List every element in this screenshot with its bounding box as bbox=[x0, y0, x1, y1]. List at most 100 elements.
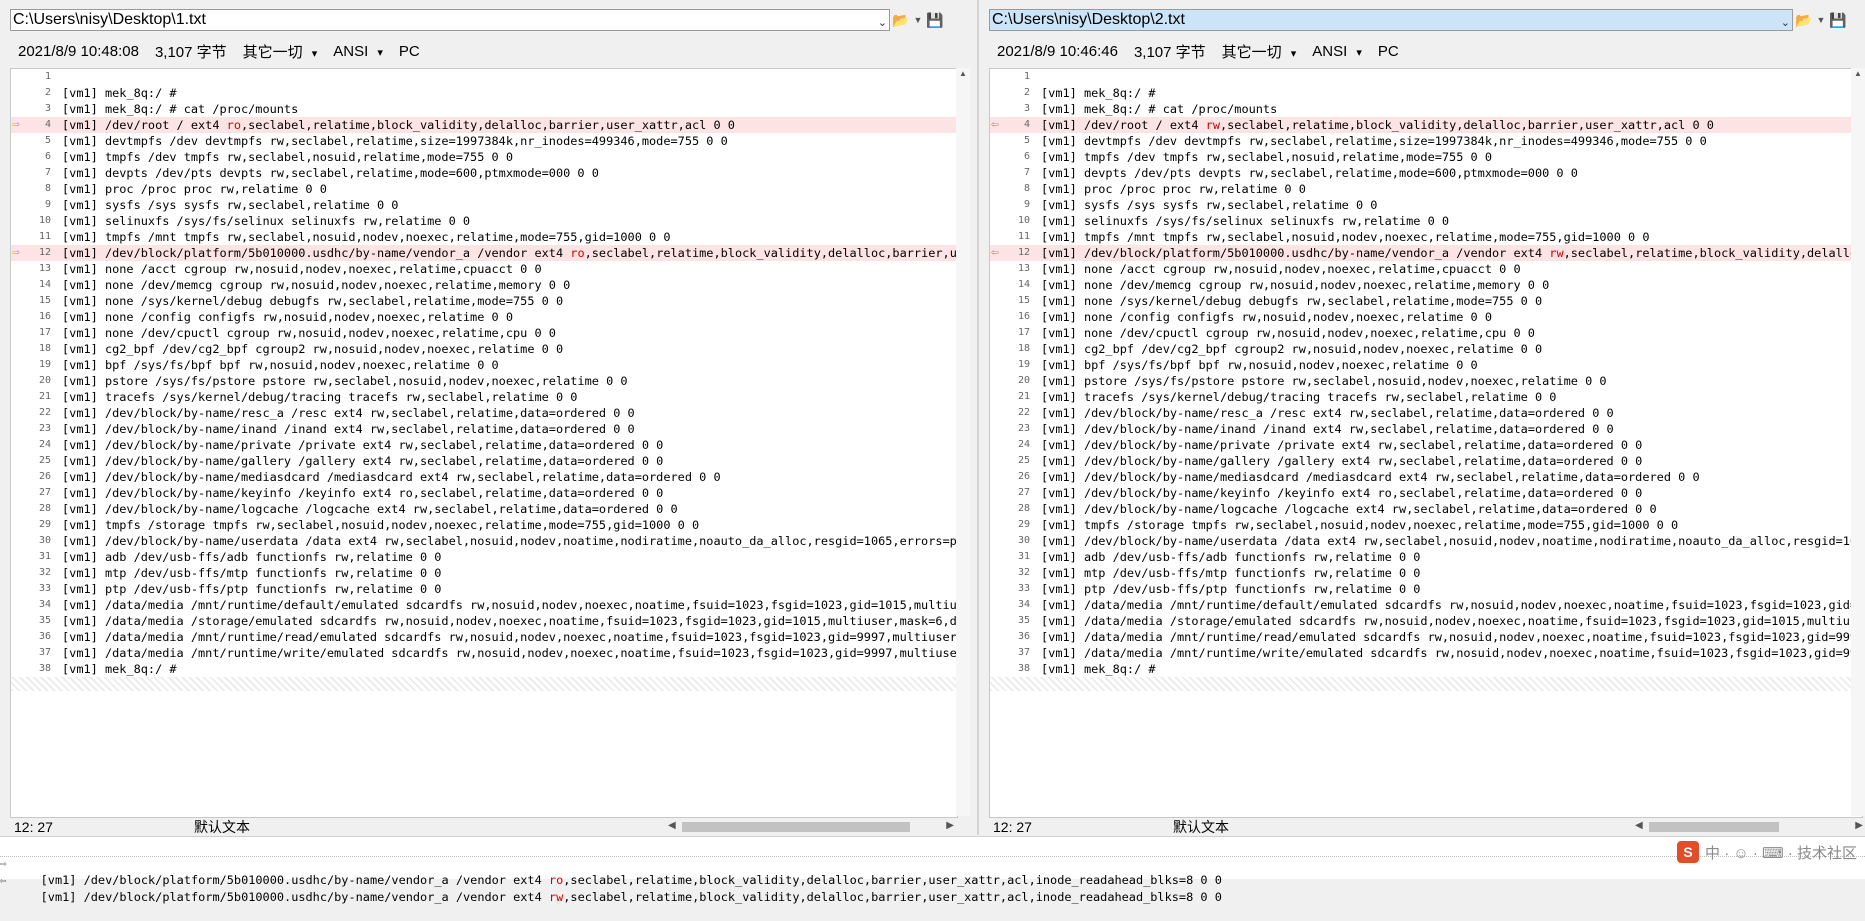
left-path-input[interactable]: C:\Users\nisy\Desktop\1.txt ⌄ bbox=[10, 9, 890, 31]
code-line[interactable]: 29 [vm1] tmpfs /storage tmpfs rw,seclabel… bbox=[990, 517, 1862, 533]
code-line[interactable]: 7 [vm1] devpts /dev/pts devpts rw,seclabe… bbox=[11, 165, 957, 181]
code-line[interactable]: 19 [vm1] bpf /sys/fs/bpf bpf rw,nosuid,no… bbox=[990, 357, 1862, 373]
left-horizontal-scrollbar[interactable]: ◀ ▶ bbox=[668, 820, 954, 834]
code-line[interactable]: 32 [vm1] mtp /dev/usb-ffs/mtp functionfs … bbox=[11, 565, 957, 581]
code-line[interactable]: 6 [vm1] tmpfs /dev tmpfs rw,seclabel,nosu… bbox=[11, 149, 957, 165]
code-line[interactable]: 20 [vm1] pstore /sys/fs/pstore pstore rw,… bbox=[11, 373, 957, 389]
scroll-right-icon[interactable]: ▶ bbox=[1855, 820, 1863, 831]
dropdown-arrow-icon[interactable]: ▼ bbox=[1815, 9, 1827, 31]
code-line[interactable]: 22 [vm1] /dev/block/by-name/resc_a /resc … bbox=[990, 405, 1862, 421]
code-line[interactable]: 8 [vm1] proc /proc proc rw,relatime 0 0 bbox=[11, 181, 957, 197]
code-line[interactable]: 30 [vm1] /dev/block/by-name/userdata /dat… bbox=[990, 533, 1862, 549]
code-line[interactable]: 37 [vm1] /data/media /mnt/runtime/write/e… bbox=[990, 645, 1862, 661]
code-line[interactable]: 32 [vm1] mtp /dev/usb-ffs/mtp functionfs … bbox=[990, 565, 1862, 581]
save-icon[interactable]: 💾 bbox=[1827, 9, 1849, 31]
code-line[interactable]: 24 [vm1] /dev/block/by-name/private /priv… bbox=[990, 437, 1862, 453]
code-line[interactable]: 18 [vm1] cg2_bpf /dev/cg2_bpf cgroup2 rw,… bbox=[990, 341, 1862, 357]
code-line[interactable]: 2 [vm1] mek_8q:/ # bbox=[990, 85, 1862, 101]
code-line[interactable]: 26 [vm1] /dev/block/by-name/mediasdcard /… bbox=[11, 469, 957, 485]
left-vertical-scrollbar[interactable]: ▲ bbox=[956, 68, 970, 816]
code-line[interactable]: ⇨ 4 [vm1] /dev/root / ext4 ro,seclabel,rel… bbox=[11, 117, 957, 133]
code-line[interactable]: 38 [vm1] mek_8q:/ # bbox=[11, 661, 957, 677]
folder-open-icon[interactable]: 📂 bbox=[1793, 9, 1815, 31]
scroll-up-icon[interactable]: ▲ bbox=[956, 68, 970, 80]
code-line[interactable]: 9 [vm1] sysfs /sys sysfs rw,seclabel,rela… bbox=[11, 197, 957, 213]
code-line[interactable]: 24 [vm1] /dev/block/by-name/private /priv… bbox=[11, 437, 957, 453]
code-line[interactable]: 1 bbox=[990, 69, 1862, 85]
right-encoding-select[interactable]: ANSI bbox=[1312, 43, 1362, 60]
code-line[interactable]: 30 [vm1] /dev/block/by-name/userdata /dat… bbox=[11, 533, 957, 549]
code-line[interactable]: 34 [vm1] /data/media /mnt/runtime/default… bbox=[990, 597, 1862, 613]
code-line[interactable]: 16 [vm1] none /config configfs rw,nosuid,… bbox=[990, 309, 1862, 325]
code-line[interactable]: 29 [vm1] tmpfs /storage tmpfs rw,seclabel… bbox=[11, 517, 957, 533]
folder-open-icon[interactable]: 📂 bbox=[890, 9, 912, 31]
dropdown-arrow-icon[interactable]: ▼ bbox=[912, 9, 924, 31]
code-line[interactable]: 34 [vm1] /data/media /mnt/runtime/default… bbox=[11, 597, 957, 613]
code-line[interactable]: 33 [vm1] ptp /dev/usb-ffs/ptp functionfs … bbox=[11, 581, 957, 597]
code-line[interactable]: 23 [vm1] /dev/block/by-name/inand /inand … bbox=[990, 421, 1862, 437]
code-line[interactable]: 35 [vm1] /data/media /storage/emulated sd… bbox=[11, 613, 957, 629]
code-line[interactable]: 11 [vm1] tmpfs /mnt tmpfs rw,seclabel,nos… bbox=[11, 229, 957, 245]
code-line[interactable]: 21 [vm1] tracefs /sys/kernel/debug/tracin… bbox=[11, 389, 957, 405]
code-line[interactable]: 13 [vm1] none /acct cgroup rw,nosuid,node… bbox=[990, 261, 1862, 277]
left-encoding-select[interactable]: ANSI bbox=[333, 43, 383, 60]
code-line[interactable]: 36 [vm1] /data/media /mnt/runtime/read/em… bbox=[11, 629, 957, 645]
code-line[interactable]: 28 [vm1] /dev/block/by-name/logcache /log… bbox=[11, 501, 957, 517]
left-eol-label[interactable]: PC bbox=[399, 43, 420, 60]
right-path-input[interactable]: C:\Users\nisy\Desktop\2.txt ⌄ bbox=[989, 9, 1793, 31]
code-line[interactable]: 8 [vm1] proc /proc proc rw,relatime 0 0 bbox=[990, 181, 1862, 197]
code-line[interactable]: 27 [vm1] /dev/block/by-name/keyinfo /keyi… bbox=[990, 485, 1862, 501]
right-vertical-scrollbar[interactable]: ▲ bbox=[1851, 68, 1865, 816]
code-line[interactable]: 3 [vm1] mek_8q:/ # cat /proc/mounts bbox=[11, 101, 957, 117]
right-eol-label[interactable]: PC bbox=[1378, 43, 1399, 60]
scroll-up-icon[interactable]: ▲ bbox=[1851, 68, 1865, 80]
code-line[interactable]: 21 [vm1] tracefs /sys/kernel/debug/tracin… bbox=[990, 389, 1862, 405]
code-line[interactable]: 5 [vm1] devtmpfs /dev devtmpfs rw,seclabe… bbox=[990, 133, 1862, 149]
code-line[interactable]: 37 [vm1] /data/media /mnt/runtime/write/e… bbox=[11, 645, 957, 661]
scroll-left-icon[interactable]: ◀ bbox=[1635, 820, 1643, 831]
code-line[interactable]: 16 [vm1] none /config configfs rw,nosuid,… bbox=[11, 309, 957, 325]
code-line[interactable]: 26 [vm1] /dev/block/by-name/mediasdcard /… bbox=[990, 469, 1862, 485]
code-line[interactable]: 15 [vm1] none /sys/kernel/debug debugfs r… bbox=[990, 293, 1862, 309]
code-line[interactable]: 17 [vm1] none /dev/cpuctl cgroup rw,nosui… bbox=[11, 325, 957, 341]
code-line[interactable]: 19 [vm1] bpf /sys/fs/bpf bpf rw,nosuid,no… bbox=[11, 357, 957, 373]
code-line[interactable]: 25 [vm1] /dev/block/by-name/gallery /gall… bbox=[11, 453, 957, 469]
chevron-down-icon[interactable]: ⌄ bbox=[878, 13, 887, 30]
code-line[interactable]: 6 [vm1] tmpfs /dev tmpfs rw,seclabel,nosu… bbox=[990, 149, 1862, 165]
code-line[interactable]: 36 [vm1] /data/media /mnt/runtime/read/em… bbox=[990, 629, 1862, 645]
left-scroll-thumb[interactable] bbox=[682, 822, 910, 832]
code-line[interactable]: 31 [vm1] adb /dev/usb-ffs/adb functionfs … bbox=[990, 549, 1862, 565]
code-line[interactable]: 33 [vm1] ptp /dev/usb-ffs/ptp functionfs … bbox=[990, 581, 1862, 597]
code-line[interactable]: 28 [vm1] /dev/block/by-name/logcache /log… bbox=[990, 501, 1862, 517]
code-line[interactable]: 14 [vm1] none /dev/memcg cgroup rw,nosuid… bbox=[990, 277, 1862, 293]
code-line[interactable]: 17 [vm1] none /dev/cpuctl cgroup rw,nosui… bbox=[990, 325, 1862, 341]
code-line[interactable]: 38 [vm1] mek_8q:/ # bbox=[990, 661, 1862, 677]
code-line[interactable]: 14 [vm1] none /dev/memcg cgroup rw,nosuid… bbox=[11, 277, 957, 293]
right-code-view[interactable]: 1 2 [vm1] mek_8q:/ #3 [vm1] mek_8q:/ # cat … bbox=[989, 68, 1863, 818]
code-line[interactable]: 35 [vm1] /data/media /storage/emulated sd… bbox=[990, 613, 1862, 629]
right-scroll-thumb[interactable] bbox=[1649, 822, 1779, 832]
code-line[interactable]: 5 [vm1] devtmpfs /dev devtmpfs rw,seclabe… bbox=[11, 133, 957, 149]
code-line[interactable]: 15 [vm1] none /sys/kernel/debug debugfs r… bbox=[11, 293, 957, 309]
code-line[interactable]: ⇦ 4 [vm1] /dev/root / ext4 rw,seclabel,rel… bbox=[990, 117, 1862, 133]
code-line[interactable]: 27 [vm1] /dev/block/by-name/keyinfo /keyi… bbox=[11, 485, 957, 501]
code-line[interactable]: 18 [vm1] cg2_bpf /dev/cg2_bpf cgroup2 rw,… bbox=[11, 341, 957, 357]
chevron-down-icon[interactable]: ⌄ bbox=[1781, 13, 1790, 30]
code-line[interactable]: 2 [vm1] mek_8q:/ # bbox=[11, 85, 957, 101]
code-line[interactable]: ⇦ 12 [vm1] /dev/block/platform/5b010000.us… bbox=[990, 245, 1862, 261]
code-line[interactable]: 10 [vm1] selinuxfs /sys/fs/selinux selinu… bbox=[11, 213, 957, 229]
code-line[interactable]: 11 [vm1] tmpfs /mnt tmpfs rw,seclabel,nos… bbox=[990, 229, 1862, 245]
code-line[interactable]: 3 [vm1] mek_8q:/ # cat /proc/mounts bbox=[990, 101, 1862, 117]
code-line[interactable]: 13 [vm1] none /acct cgroup rw,nosuid,node… bbox=[11, 261, 957, 277]
code-line[interactable]: 7 [vm1] devpts /dev/pts devpts rw,seclabe… bbox=[990, 165, 1862, 181]
code-line[interactable]: 22 [vm1] /dev/block/by-name/resc_a /resc … bbox=[11, 405, 957, 421]
code-line[interactable]: 25 [vm1] /dev/block/by-name/gallery /gall… bbox=[990, 453, 1862, 469]
code-line[interactable]: 10 [vm1] selinuxfs /sys/fs/selinux selinu… bbox=[990, 213, 1862, 229]
left-format-select[interactable]: 其它一切 bbox=[243, 41, 318, 62]
right-horizontal-scrollbar[interactable]: ◀ ▶ bbox=[1635, 820, 1863, 834]
left-code-view[interactable]: 1 2 [vm1] mek_8q:/ #3 [vm1] mek_8q:/ # cat … bbox=[10, 68, 958, 818]
scroll-left-icon[interactable]: ◀ bbox=[668, 820, 676, 831]
scroll-right-icon[interactable]: ▶ bbox=[946, 820, 954, 831]
code-line[interactable]: 9 [vm1] sysfs /sys sysfs rw,seclabel,rela… bbox=[990, 197, 1862, 213]
save-icon[interactable]: 💾 bbox=[924, 9, 946, 31]
